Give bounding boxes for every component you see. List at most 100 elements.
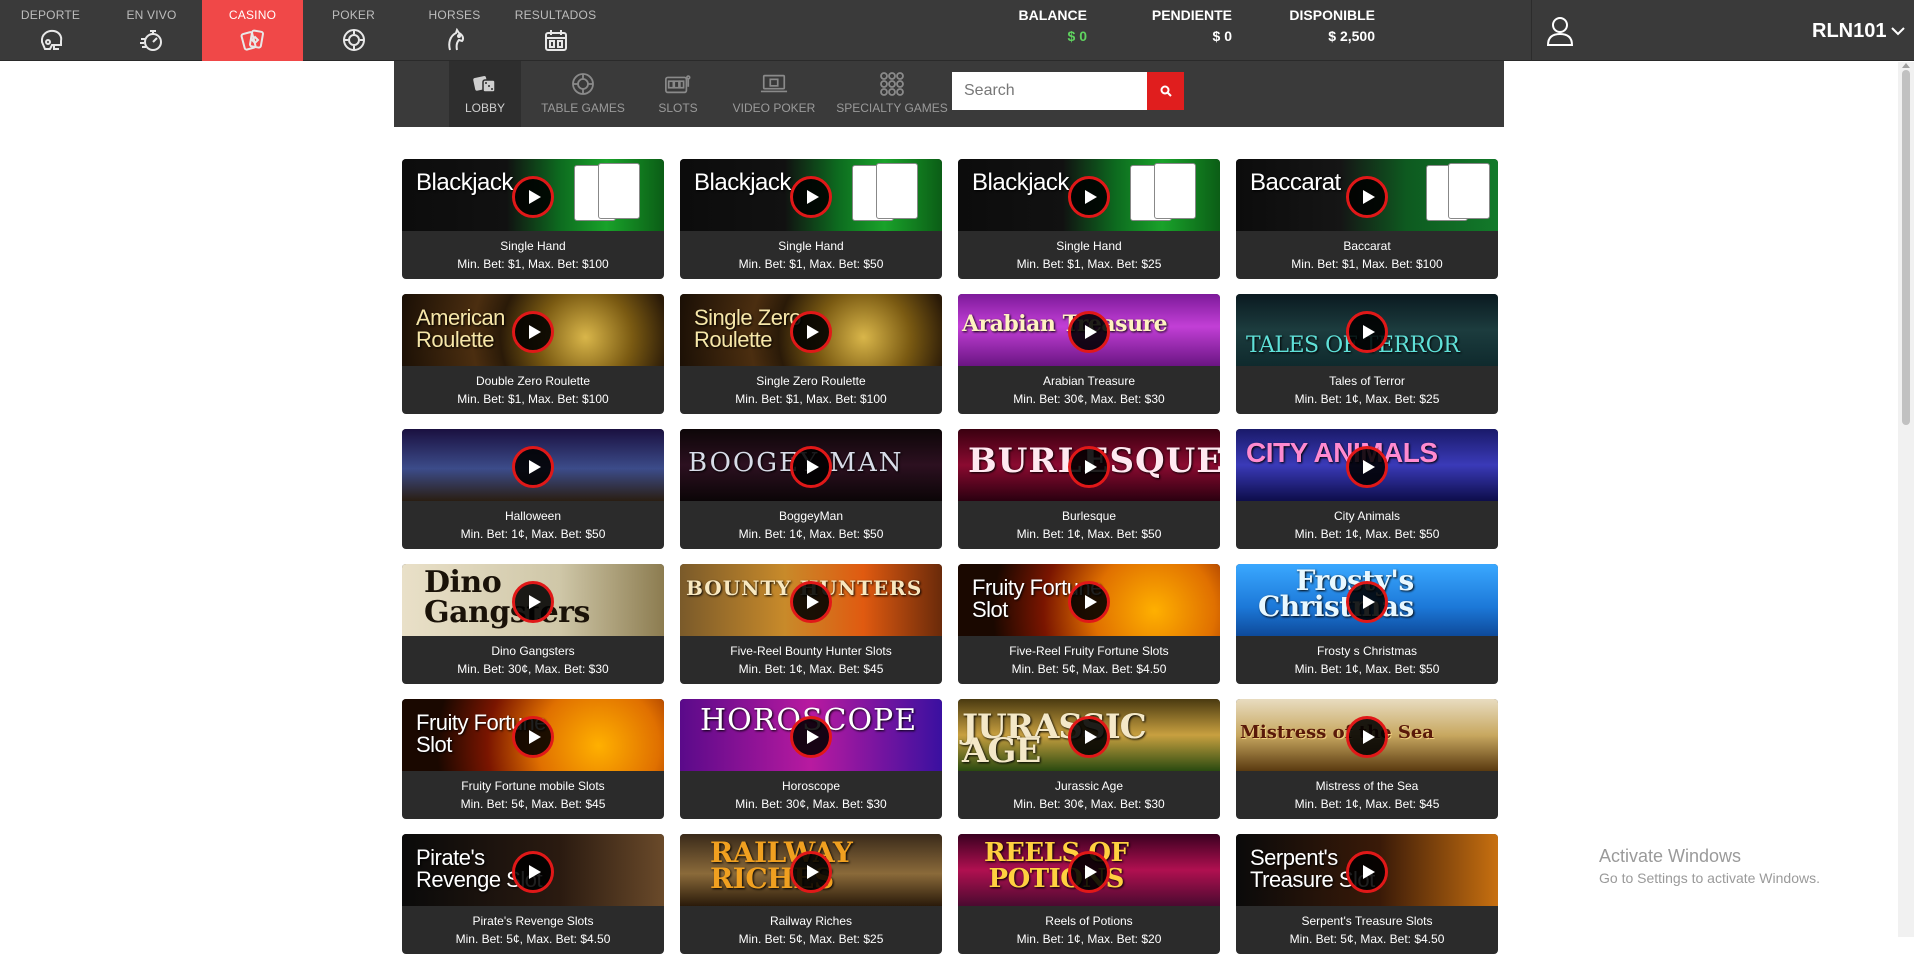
play-icon[interactable] [790,851,832,893]
user-divider [1531,0,1532,61]
game-card[interactable]: HOROSCOPE Horoscope Min. Bet: 30¢, Max. B… [680,699,942,819]
play-icon[interactable] [790,311,832,353]
nav-resultados[interactable]: RESULTADOS [505,0,606,61]
activate-windows-watermark: Activate Windows Go to Settings to activ… [1599,845,1820,887]
play-icon[interactable] [512,716,554,758]
game-banner-title: American Roulette [416,305,505,352]
search-icon [1160,85,1172,97]
play-icon[interactable] [1346,851,1388,893]
game-name: Single Hand [778,239,844,253]
tab-slots-label: SLOTS [658,101,698,115]
username[interactable]: RLN101 [1812,19,1886,43]
game-card[interactable]: REELS OF POTIONS Reels of Potions Min. Be… [958,834,1220,954]
game-banner-title: Arabian Treasure [962,311,1168,337]
tab-slots[interactable]: SLOTS [644,61,712,127]
game-bets: Min. Bet: 1¢, Max. Bet: $20 [1016,932,1162,946]
play-icon[interactable] [1068,446,1110,488]
play-icon[interactable] [512,176,554,218]
tab-specialty-games[interactable]: SPECIALTY GAMES [834,61,950,127]
game-bets: Min. Bet: 30¢, Max. Bet: $30 [457,662,609,676]
nav-deporte[interactable]: DEPORTE [0,0,101,61]
tab-video-poker[interactable]: VIDEO POKER [715,61,833,127]
play-icon[interactable] [512,581,554,623]
game-name: Serpent's Treasure Slots [1301,914,1433,928]
game-card[interactable]: BURLESQUE Burlesque Min. Bet: 1¢, Max. Be… [958,429,1220,549]
scroll-up-arrow-icon[interactable] [1902,63,1910,68]
nav-poker[interactable]: POKER [303,0,404,61]
user-icon[interactable] [1543,14,1577,48]
play-icon[interactable] [1346,716,1388,758]
game-card[interactable]: Frosty's Christmas Frosty s Christmas Min… [1236,564,1498,684]
game-card[interactable]: Blackjack Single Hand Min. Bet: $1, Max. … [402,159,664,279]
play-icon[interactable] [1068,176,1110,218]
casino-subnav: LOBBY TABLE GAMES SLOTS VIDEO POKER SPEC… [394,61,1504,127]
game-banner-title: Frosty's Christmas [1258,564,1414,623]
play-icon[interactable] [1068,581,1110,623]
search-input[interactable] [952,72,1147,110]
game-bets: Min. Bet: $1, Max. Bet: $100 [457,257,609,271]
game-card[interactable]: Arabian Treasure Arabian Treasure Min. Be… [958,294,1220,414]
game-name: Railway Riches [769,914,853,928]
play-icon[interactable] [790,716,832,758]
game-card[interactable]: Mistress of the Sea Mistress of the Sea M… [1236,699,1498,819]
play-icon[interactable] [1346,446,1388,488]
tab-table-games[interactable]: TABLE GAMES [527,61,639,127]
game-card[interactable]: Fruity Fortune Slot Five-Reel Fruity For… [958,564,1220,684]
game-card[interactable]: Blackjack Single Hand Min. Bet: $1, Max. … [958,159,1220,279]
play-icon[interactable] [1346,311,1388,353]
game-card[interactable]: JURASSIC AGE Jurassic Age Min. Bet: 30¢, … [958,699,1220,819]
slot-machine-icon [664,71,692,97]
play-icon[interactable] [1346,581,1388,623]
game-card[interactable]: Baccarat Baccarat Min. Bet: $1, Max. Bet:… [1236,159,1498,279]
play-icon[interactable] [790,176,832,218]
search-button[interactable] [1147,72,1184,110]
game-banner: Mistress of the Sea [1236,699,1498,771]
game-card[interactable]: Blackjack Single Hand Min. Bet: $1, Max. … [680,159,942,279]
game-card[interactable]: Pirate's Revenge Slot Pirate's Revenge S… [402,834,664,954]
chevron-down-icon[interactable] [1890,24,1906,36]
game-name: Jurassic Age [1054,779,1124,793]
play-icon[interactable] [1346,176,1388,218]
game-card[interactable]: BOOGEY MAN BoggeyMan Min. Bet: 1¢, Max. B… [680,429,942,549]
balances: BALANCE $ 0 PENDIENTE $ 0 DISPONIBLE $ 2… [1000,7,1375,45]
game-name: Double Zero Roulette [475,374,591,388]
play-icon[interactable] [1068,716,1110,758]
game-card[interactable]: Dino Gangsters Dino Gangsters Min. Bet: 3… [402,564,664,684]
tab-lobby-label: LOBBY [464,101,506,115]
nav-horses[interactable]: HORSES [404,0,505,61]
disponible-value: $ 2,500 [1328,28,1375,44]
game-card[interactable]: American Roulette Double Zero Roulette Mi… [402,294,664,414]
game-card[interactable]: TALES OF TERROR Tales of Terror Min. Bet:… [1236,294,1498,414]
play-icon[interactable] [790,446,832,488]
play-icon[interactable] [512,851,554,893]
game-banner-title: Baccarat [1250,169,1341,196]
game-card[interactable]: Fruity Fortune Slot Fruity Fortune mobil… [402,699,664,819]
nav-en-vivo[interactable]: EN VIVO [101,0,202,61]
game-name: Halloween [504,509,562,523]
scroll-thumb[interactable] [1902,70,1910,425]
game-card[interactable]: Halloween Min. Bet: 1¢, Max. Bet: $50 [402,429,664,549]
game-name: Dino Gangsters [491,644,575,658]
game-banner: Baccarat [1236,159,1498,231]
game-name: Baccarat [1343,239,1391,253]
balance: BALANCE $ 0 [1000,7,1087,45]
game-banner: Frosty's Christmas [1236,564,1498,636]
game-name: Single Hand [1056,239,1122,253]
game-card[interactable]: BOUNTY HUNTERS Five-Reel Bounty Hunter S… [680,564,942,684]
game-card[interactable]: CITY ANIMALS City Animals Min. Bet: 1¢, M… [1236,429,1498,549]
game-bets: Min. Bet: 1¢, Max. Bet: $45 [738,662,884,676]
play-icon[interactable] [1068,851,1110,893]
game-card[interactable]: Serpent's Treasure Slot Serpent's Treasu… [1236,834,1498,954]
game-bets: Min. Bet: 1¢, Max. Bet: $50 [1294,662,1440,676]
vertical-scrollbar[interactable] [1898,62,1914,937]
tab-lobby[interactable]: LOBBY [449,61,521,127]
game-card[interactable]: RAILWAY RICHES Railway Riches Min. Bet: 5… [680,834,942,954]
game-card[interactable]: Single Zero Roulette Single Zero Roulett… [680,294,942,414]
play-icon[interactable] [512,311,554,353]
game-bets: Min. Bet: 5¢, Max. Bet: $4.50 [1011,662,1167,676]
play-icon[interactable] [1068,311,1110,353]
nav-casino[interactable]: CASINO [202,0,303,61]
play-icon[interactable] [790,581,832,623]
play-icon[interactable] [512,446,554,488]
game-name: Pirate's Revenge Slots [472,914,594,928]
